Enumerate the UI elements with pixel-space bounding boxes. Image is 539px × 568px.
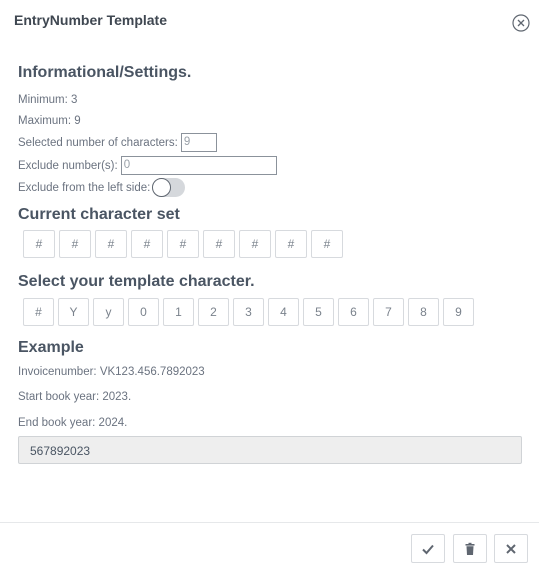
template-char-button[interactable]: Y (58, 298, 89, 326)
template-heading: Select your template character. (18, 273, 255, 290)
selected-chars-label: Selected number of characters: (18, 136, 178, 149)
current-char-slot[interactable]: # (23, 230, 55, 258)
template-chars-row: # Yy 0 1 2 3 4 5 6 7 8 9 (23, 298, 523, 326)
example-heading: Example (18, 339, 84, 356)
current-char-slot[interactable]: # (95, 230, 127, 258)
template-char-button[interactable]: 5 (303, 298, 334, 326)
settings-heading: Informational/Settings. (18, 64, 192, 81)
example-output: 567892023 (18, 436, 522, 464)
start-year-text: Start book year: 2023. (18, 391, 132, 403)
invoice-example: Invoicenumber: VK123.456.7892023 (18, 366, 205, 378)
template-char-button[interactable]: 0 (128, 298, 159, 326)
maximum-text: Maximum: 9 (18, 115, 81, 127)
dialog-header: EntryNumber Template (0, 0, 539, 44)
footer-divider (0, 522, 539, 523)
current-char-slot[interactable]: # (239, 230, 271, 258)
current-char-slot[interactable]: # (203, 230, 235, 258)
cancel-button[interactable] (494, 534, 528, 563)
minimum-text: Minimum: 3 (18, 94, 78, 106)
template-char-button[interactable]: 1 (163, 298, 194, 326)
toggle-knob (152, 178, 172, 197)
template-char-button[interactable]: 9 (443, 298, 474, 326)
dialog-body: Informational/Settings. Minimum: 3 Maxim… (18, 64, 523, 464)
exclude-left-toggle[interactable] (152, 178, 186, 197)
selected-chars-input[interactable]: 9 (180, 133, 217, 152)
exclude-left-label: Exclude from the left side: (18, 181, 151, 194)
template-char-button[interactable]: # (23, 298, 54, 326)
current-set-heading: Current character set (18, 206, 180, 223)
confirm-button[interactable] (411, 534, 445, 563)
template-char-button[interactable]: 4 (268, 298, 299, 326)
check-icon (422, 544, 434, 554)
exclude-numbers-row: Exclude number(s): 0 (18, 154, 523, 177)
end-year-text: End book year: 2024. (18, 417, 128, 429)
template-char-button[interactable]: 6 (338, 298, 369, 326)
template-char-button[interactable]: 3 (233, 298, 264, 326)
current-char-slot[interactable]: # (311, 230, 343, 258)
template-char-button[interactable]: 8 (408, 298, 439, 326)
exclude-numbers-label: Exclude number(s): (18, 159, 118, 172)
current-char-slot[interactable]: # (275, 230, 307, 258)
current-char-slot[interactable]: # (59, 230, 91, 258)
trash-icon (465, 542, 475, 555)
close-icon (506, 543, 516, 554)
current-char-slot[interactable]: # (167, 230, 199, 258)
exclude-numbers-input[interactable]: 0 (120, 156, 277, 175)
dialog-title: EntryNumber Template (14, 12, 167, 28)
current-char-slot[interactable]: # (131, 230, 163, 258)
template-char-button[interactable]: y (93, 298, 124, 326)
template-char-button[interactable]: 7 (373, 298, 404, 326)
close-circle-icon[interactable] (512, 14, 530, 32)
template-char-button[interactable]: 2 (198, 298, 229, 326)
delete-button[interactable] (453, 534, 487, 563)
exclude-left-row: Exclude from the left side: (18, 177, 523, 198)
current-set-row: # # # # # # # # # (23, 230, 523, 258)
selected-chars-row: Selected number of characters: 9 (18, 131, 523, 154)
